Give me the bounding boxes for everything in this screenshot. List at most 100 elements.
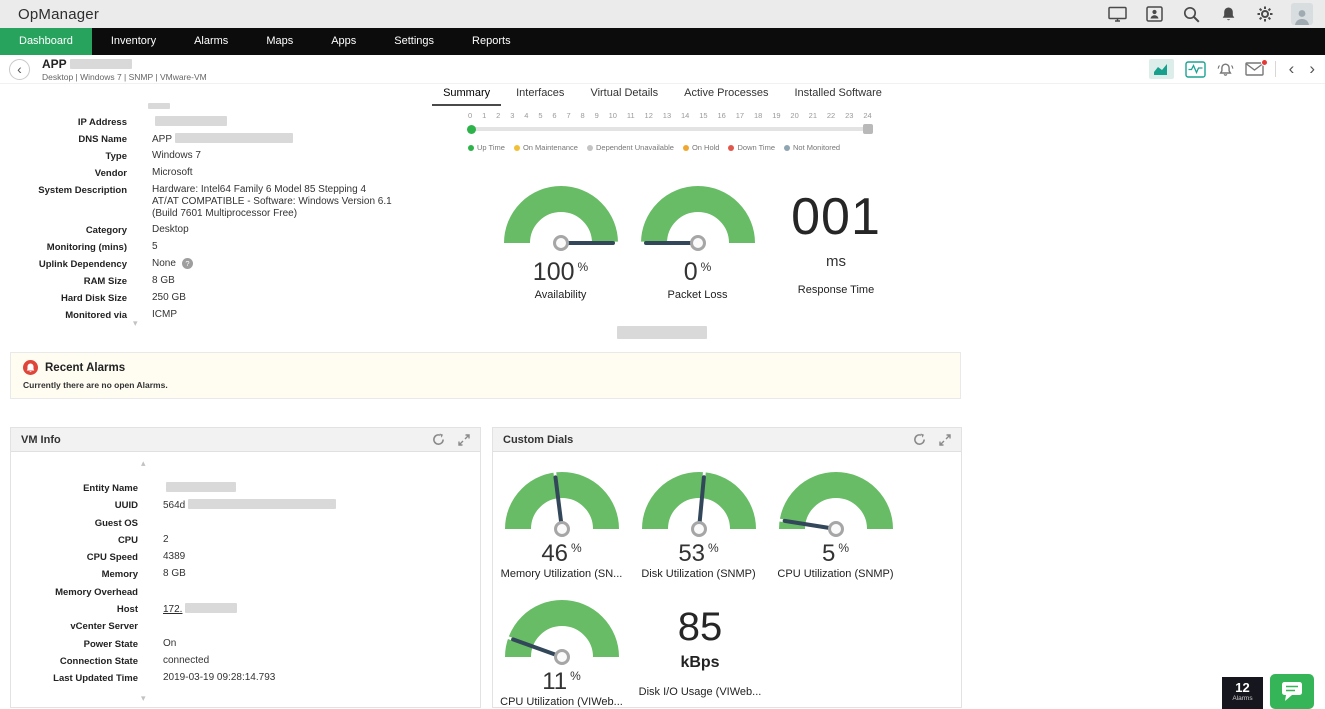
- legend-label: Down Time: [737, 143, 775, 152]
- nav-item[interactable]: Apps: [312, 28, 375, 55]
- field-label: Guest OS: [11, 517, 138, 530]
- timeline-legend: Up TimeOn MaintenanceDependent Unavailab…: [468, 143, 872, 152]
- field-label: DNS Name: [0, 133, 127, 146]
- user-panel-icon[interactable]: [1143, 4, 1165, 24]
- field-value[interactable]: 172.: [163, 603, 480, 616]
- refresh-icon[interactable]: [432, 433, 445, 446]
- detail-row: Entity Name: [11, 482, 480, 495]
- redacted-block: [166, 482, 236, 492]
- tab[interactable]: Active Processes: [673, 84, 779, 106]
- redacted-block: [188, 499, 336, 509]
- detail-row: Connection State connected: [11, 655, 480, 668]
- field-value-text: connected: [163, 655, 209, 666]
- field-value: Windows 7: [152, 150, 392, 163]
- device-subtitle: Desktop | Windows 7 | SNMP | VMware-VM: [42, 72, 207, 82]
- tab[interactable]: Interfaces: [505, 84, 575, 106]
- redacted-block: [617, 326, 707, 339]
- field-value: connected: [163, 655, 480, 668]
- detail-row: RAM Size 8 GB: [0, 275, 392, 288]
- detail-row: Vendor Microsoft: [0, 167, 392, 180]
- nav-item[interactable]: Dashboard: [0, 28, 92, 55]
- tab[interactable]: Summary: [432, 84, 501, 106]
- field-value: On: [163, 638, 480, 651]
- nav-item[interactable]: Settings: [375, 28, 453, 55]
- nav-item[interactable]: Inventory: [92, 28, 175, 55]
- bell-icon[interactable]: [1217, 4, 1239, 24]
- timeline-tick: 19: [772, 111, 780, 120]
- main-nav: DashboardInventoryAlarmsMapsAppsSettings…: [0, 28, 1325, 55]
- timeline-tick: 15: [699, 111, 707, 120]
- field-label: Host: [11, 603, 138, 616]
- field-label: Memory: [11, 568, 138, 581]
- timeline-tick: 8: [581, 111, 585, 120]
- timeline-tick: 11: [627, 111, 635, 120]
- gauge-value: 11: [542, 668, 567, 695]
- gauge-unit: %: [571, 541, 582, 555]
- tab[interactable]: Installed Software: [783, 84, 892, 106]
- refresh-icon[interactable]: [913, 433, 926, 446]
- search-icon[interactable]: [1180, 4, 1202, 24]
- timeline-tick: 18: [754, 111, 762, 120]
- tab[interactable]: Virtual Details: [579, 84, 669, 106]
- alarm-bell-icon[interactable]: [1217, 62, 1234, 77]
- field-value: Desktop: [152, 224, 392, 237]
- field-value-text: ICMP: [152, 309, 177, 320]
- field-label: RAM Size: [0, 275, 127, 288]
- next-device-icon[interactable]: ›: [1307, 59, 1317, 79]
- legend-dot: [514, 145, 520, 151]
- gear-icon[interactable]: [1254, 4, 1276, 24]
- legend-label: On Hold: [692, 143, 720, 152]
- display-icon[interactable]: [1106, 4, 1128, 24]
- avatar-icon[interactable]: [1291, 3, 1313, 25]
- back-button[interactable]: ‹: [9, 59, 30, 80]
- field-value-text: Desktop: [152, 224, 189, 235]
- legend-item: Dependent Unavailable: [587, 143, 674, 152]
- mail-icon[interactable]: [1245, 62, 1264, 76]
- area-chart-icon[interactable]: [1149, 59, 1174, 79]
- detail-row: vCenter Server: [11, 620, 480, 633]
- gauge: 100% Availability: [492, 183, 629, 301]
- detail-row: Uplink Dependency None?: [0, 258, 392, 271]
- device-header-actions: ‹ ›: [1149, 59, 1317, 79]
- timeline-track[interactable]: [468, 127, 872, 131]
- nav-item[interactable]: Alarms: [175, 28, 247, 55]
- chat-icon[interactable]: [1270, 674, 1314, 709]
- timeline-tick: 2: [496, 111, 500, 120]
- detail-row: Last Updated Time 2019-03-19 09:28:14.79…: [11, 672, 480, 685]
- field-value-text: 8 GB: [152, 275, 175, 286]
- detail-row: Host 172.: [11, 603, 480, 616]
- field-value: Hardware: Intel64 Family 6 Model 85 Step…: [152, 184, 392, 220]
- prev-device-icon[interactable]: ‹: [1287, 59, 1297, 79]
- alarms-widget[interactable]: 12 Alarms: [1222, 677, 1263, 709]
- detail-row: CPU Speed 4389: [11, 551, 480, 564]
- legend-dot: [728, 145, 734, 151]
- scroll-down-icon[interactable]: ▾: [133, 319, 138, 328]
- recent-alarms-message: Currently there are no open Alarms.: [23, 380, 948, 390]
- help-icon[interactable]: ?: [182, 258, 193, 269]
- nav-item[interactable]: Maps: [247, 28, 312, 55]
- field-value: Microsoft: [152, 167, 392, 180]
- field-value-text: 2: [163, 534, 169, 545]
- device-details: IP Address DNS Name APP Type Windows 7 V…: [0, 116, 392, 326]
- vm-info-body: ▴ Entity Name UUID 564d Guest OS: [11, 452, 480, 706]
- field-value-text: 172.: [163, 604, 182, 615]
- timeline-tick: 7: [566, 111, 570, 120]
- gauge-dial: [493, 597, 630, 666]
- gauge-dial: [629, 183, 766, 252]
- redacted-block: [148, 103, 170, 109]
- scroll-up-icon[interactable]: ▴: [141, 459, 146, 468]
- nav-item[interactable]: Reports: [453, 28, 530, 55]
- field-value: None?: [152, 258, 392, 271]
- scroll-down-icon[interactable]: ▾: [141, 694, 146, 703]
- expand-icon[interactable]: [939, 434, 951, 446]
- redacted-block: [175, 133, 293, 143]
- timeline-handle[interactable]: [863, 124, 873, 134]
- redacted-block: [155, 116, 227, 126]
- field-value: 2: [163, 534, 480, 547]
- pulse-chart-icon[interactable]: [1185, 61, 1206, 78]
- gauge-dial: [767, 469, 904, 538]
- gauge-label: Disk Utilization (SNMP): [630, 568, 767, 580]
- expand-icon[interactable]: [458, 434, 470, 446]
- field-value: 2019-03-19 09:28:14.793: [163, 672, 480, 685]
- field-value: ICMP: [152, 309, 392, 322]
